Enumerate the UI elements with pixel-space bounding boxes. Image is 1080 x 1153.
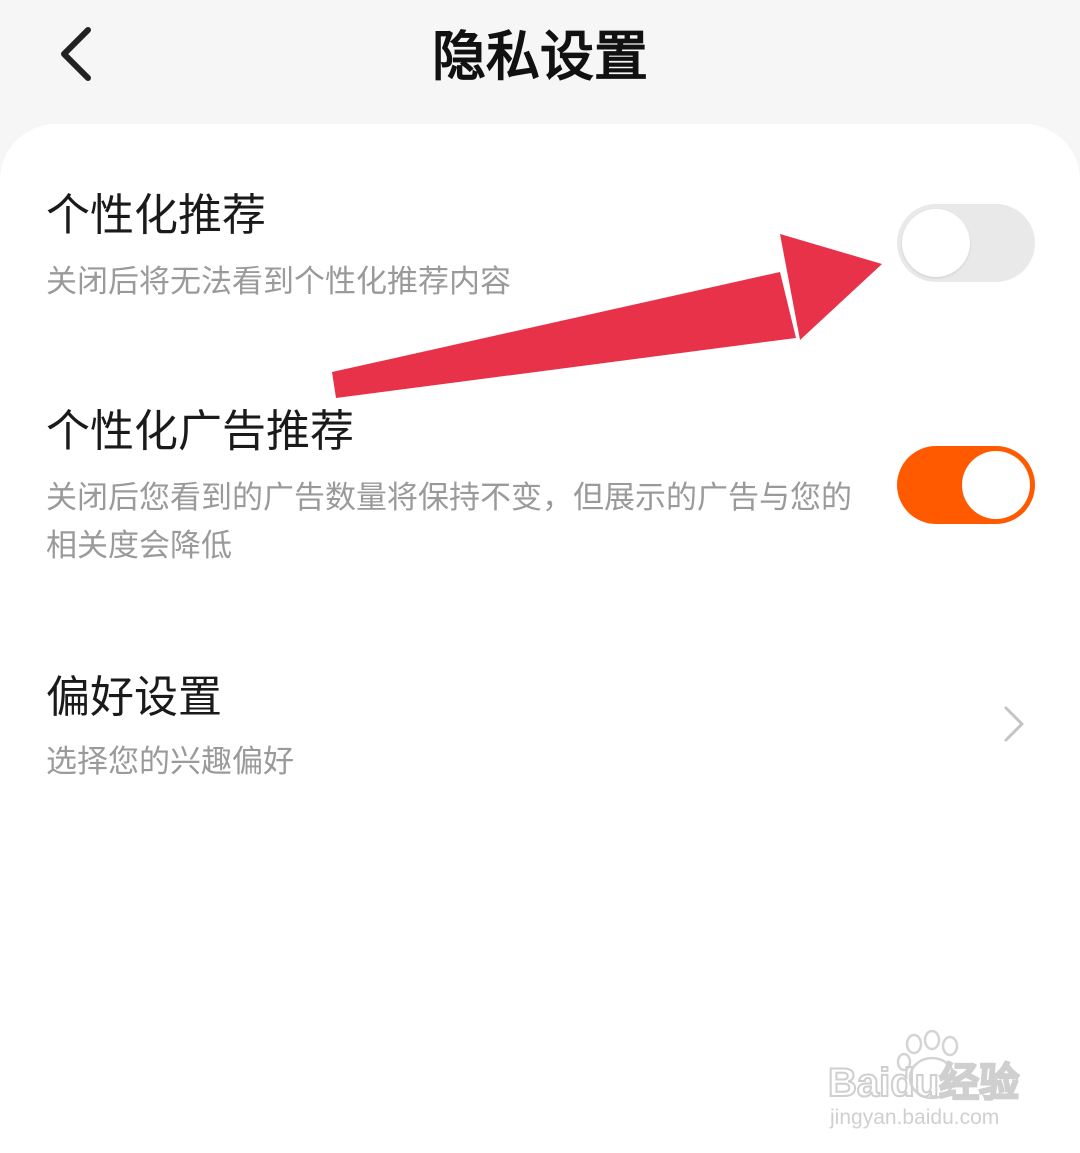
toggle-knob — [902, 209, 970, 277]
setting-title: 个性化推荐 — [46, 190, 266, 241]
personalized-ads-toggle[interactable] — [897, 446, 1035, 524]
page-title: 隐私设置 — [432, 25, 648, 88]
setting-description: 选择您的兴趣偏好 — [46, 744, 294, 780]
setting-description: 关闭后将无法看到个性化推荐内容 — [46, 264, 511, 300]
chevron-right-icon — [996, 700, 1032, 748]
setting-title: 偏好设置 — [46, 672, 222, 723]
toggle-knob — [962, 451, 1030, 519]
setting-description: 关闭后您看到的广告数量将保持不变，但展示的广告与您的相关度会降低 — [46, 480, 852, 564]
top-bar: 隐私设置 — [0, 0, 1080, 124]
setting-title: 个性化广告推荐 — [46, 406, 354, 457]
personalized-recommendation-toggle[interactable] — [897, 204, 1035, 282]
